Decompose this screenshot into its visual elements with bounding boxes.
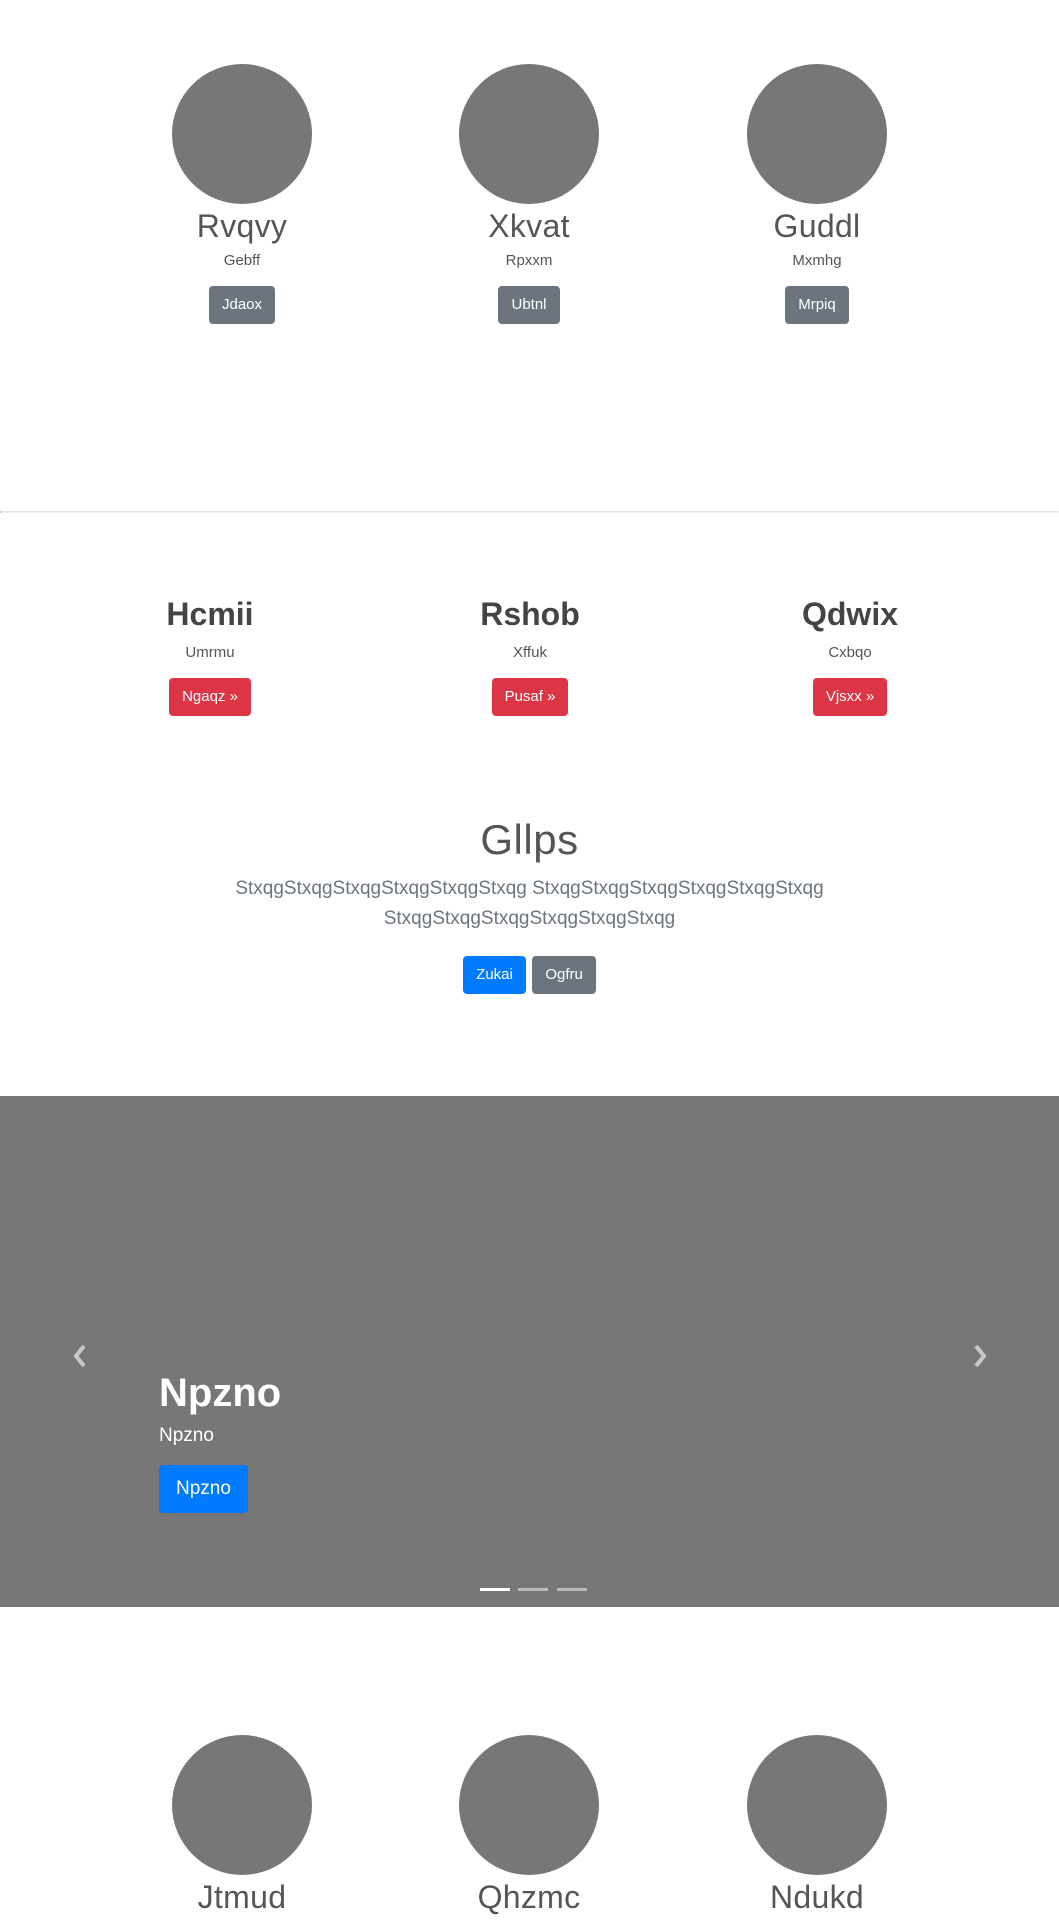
feature-subtitle: Umrmu	[185, 644, 235, 661]
avatar	[172, 64, 312, 204]
avatar	[747, 64, 887, 204]
feature-card: Qdwix Cxbqo Vjsxx »	[730, 594, 970, 716]
profile-name: Guddl	[773, 208, 861, 244]
profiles-top-section: Rvqvy Gebff Jdaox Xkvat Rpxxm Ubtnl Gudd…	[0, 64, 1059, 324]
lead-button-group: Zukai Ogfru	[0, 956, 1059, 994]
profile-card: Xkvat Rpxxm Ubtnl	[414, 64, 644, 324]
feature-button[interactable]: Vjsxx »	[812, 678, 888, 716]
profile-role: Mxmhg	[792, 252, 842, 269]
profile-button[interactable]: Jdaox	[208, 286, 276, 324]
feature-card: Hcmii Umrmu Ngaqz »	[90, 594, 330, 716]
profile-name: Jtmud	[197, 1879, 287, 1915]
lead-section: Gllps StxqgStxqgStxqgStxqgStxqgStxqg Stx…	[0, 814, 1059, 994]
caption-text: Npzno	[159, 1425, 214, 1446]
avatar	[459, 1735, 599, 1875]
feature-title: Hcmii	[166, 596, 254, 632]
feature-card: Rshob Xffuk Pusaf »	[410, 594, 650, 716]
carousel-indicator[interactable]	[518, 1588, 549, 1591]
profile-name: Rvqvy	[196, 208, 288, 244]
profile-card: Rvqvy Gebff Jdaox	[127, 64, 357, 324]
avatar	[747, 1735, 887, 1875]
lead-secondary-button[interactable]: Ogfru	[532, 956, 596, 994]
chevron-left-icon[interactable]	[60, 1336, 100, 1376]
avatar	[172, 1735, 312, 1875]
profile-role: Rpxxm	[505, 252, 553, 269]
profile-name: Xkvat	[488, 208, 570, 244]
profile-name: Ndukd	[770, 1879, 864, 1915]
features-section: Hcmii Umrmu Ngaqz » Rshob Xffuk Pusaf » …	[0, 594, 1059, 724]
feature-button[interactable]: Ngaqz »	[169, 678, 251, 716]
carousel-indicator[interactable]	[556, 1588, 587, 1591]
profile-name: Qhzmc	[477, 1879, 581, 1915]
profile-card: Guddl Mxmhg Mrpiq	[702, 64, 932, 324]
profile-card: Jtmud	[127, 1735, 357, 1917]
carousel-indicator[interactable]	[480, 1588, 510, 1591]
avatar	[459, 64, 599, 204]
caption-button[interactable]: Npzno	[159, 1465, 248, 1513]
carousel: Npzno Npzno Npzno	[0, 1096, 1059, 1607]
feature-subtitle: Xffuk	[513, 644, 547, 661]
page: Rvqvy Gebff Jdaox Xkvat Rpxxm Ubtnl Gudd…	[0, 0, 1059, 1920]
chevron-right-icon[interactable]	[960, 1336, 1000, 1376]
carousel-indicators	[478, 1578, 589, 1591]
lead-text: StxqgStxqgStxqgStxqgStxqgStxqg StxqgStxq…	[235, 878, 824, 929]
feature-title: Qdwix	[801, 596, 898, 632]
lead-title: Gllps	[480, 816, 579, 863]
feature-subtitle: Cxbqo	[828, 644, 872, 661]
profile-card: Ndukd	[702, 1735, 932, 1917]
profile-role: Gebff	[223, 252, 261, 269]
feature-title: Rshob	[480, 596, 580, 632]
section-divider	[0, 511, 1059, 513]
profile-button[interactable]: Mrpiq	[785, 286, 849, 324]
carousel-caption: Npzno Npzno Npzno	[159, 1368, 281, 1513]
lead-primary-button[interactable]: Zukai	[463, 956, 526, 994]
profile-card: Qhzmc	[414, 1735, 644, 1917]
feature-button[interactable]: Pusaf »	[491, 678, 569, 716]
caption-title: Npzno	[159, 1371, 282, 1415]
profiles-bottom-section: Jtmud Qhzmc Ndukd	[0, 1735, 1059, 1920]
profile-button[interactable]: Ubtnl	[498, 286, 560, 324]
